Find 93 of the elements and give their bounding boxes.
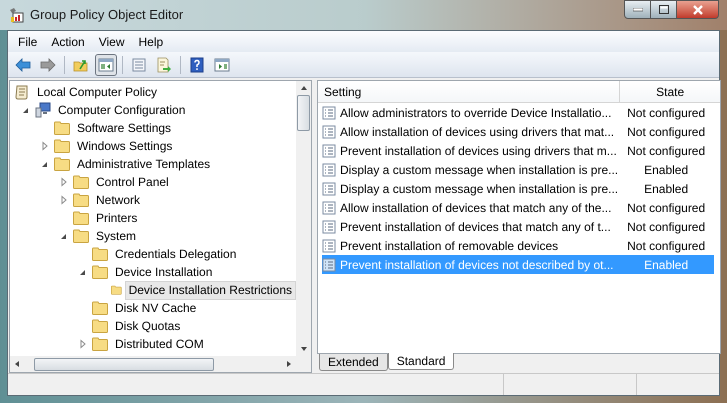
folder-icon: [92, 301, 108, 315]
policy-setting-icon: [322, 182, 336, 196]
export-list-icon: [156, 56, 172, 72]
back-arrow-icon: [15, 56, 31, 72]
minimize-button[interactable]: [624, 0, 651, 19]
setting-name: Allow installation of devices using drivers that mat...: [340, 124, 616, 140]
setting-name: Display a custom message when installation is pre...: [340, 180, 618, 198]
setting-row[interactable]: Display a custom message when installation is pre... Enabled: [322, 179, 714, 198]
view-tab[interactable]: Extended: [319, 354, 388, 371]
folder-icon: [92, 319, 108, 333]
folder-icon: [73, 211, 89, 225]
menu-item[interactable]: View: [92, 32, 130, 50]
policy-setting-icon: [322, 200, 336, 214]
tree-item[interactable]: Computer Configuration: [54, 100, 190, 120]
setting-row[interactable]: Prevent installation of devices using drivers that m... Not configured: [322, 141, 714, 160]
action-pane-icon: [214, 56, 230, 72]
folder-icon: [92, 247, 108, 261]
horizontal-scrollbar[interactable]: [10, 356, 311, 372]
view-tab[interactable]: Standard: [388, 353, 454, 370]
close-icon: [692, 4, 704, 14]
folder-icon: [54, 121, 70, 135]
policy-setting-icon: [322, 162, 336, 176]
folder-icon: [111, 283, 122, 297]
setting-row[interactable]: Allow installation of devices using drivers that mat... Not configured: [322, 122, 714, 141]
setting-state: Not configured: [626, 104, 706, 122]
folder-icon: [73, 175, 89, 189]
folder-icon: [73, 229, 89, 243]
tree-item[interactable]: Control Panel: [92, 172, 173, 192]
setting-row[interactable]: Display a custom message when installation is pre... Enabled: [322, 160, 714, 179]
folder-icon: [54, 157, 70, 171]
column-header[interactable]: State: [620, 81, 720, 102]
maximize-icon: [658, 5, 668, 14]
setting-name: Prevent installation of devices using drivers that m...: [340, 142, 618, 160]
tree-item[interactable]: Disk NV Cache: [111, 298, 200, 318]
setting-state: Enabled: [643, 256, 690, 274]
setting-name: Prevent installation of devices that match any of t...: [340, 218, 612, 236]
setting-row[interactable]: Allow administrators to override Device Installatio... Not configured: [322, 103, 714, 122]
scrollbar-thumb[interactable]: [34, 358, 214, 370]
setting-row[interactable]: Prevent installation of devices that match any of t... Not configured: [322, 217, 714, 236]
tree-item[interactable]: Software Settings: [73, 118, 176, 138]
menu-item[interactable]: File: [12, 32, 44, 50]
setting-state: Not configured: [626, 238, 706, 254]
forward-arrow-icon: [40, 56, 56, 72]
policy-setting-icon: [322, 238, 336, 252]
policy-setting-icon: [322, 124, 336, 138]
setting-row[interactable]: Allow installation of devices that match any of the... Not configured: [322, 198, 714, 217]
tree-item[interactable]: Device Installation Restrictions: [124, 280, 296, 300]
policy-setting-icon: [322, 258, 336, 272]
folder-icon: [92, 265, 108, 279]
setting-state: Enabled: [643, 162, 690, 178]
policy-setting-icon: [322, 220, 336, 234]
policy-setting-icon: [322, 144, 336, 158]
tree-item[interactable]: Credentials Delegation: [111, 244, 240, 264]
setting-name: Prevent installation of devices not described by ot...: [340, 256, 614, 274]
menu-item[interactable]: Action: [45, 32, 91, 50]
tree-item[interactable]: System: [92, 226, 140, 246]
folder-icon: [73, 193, 89, 207]
setting-state: Enabled: [643, 180, 690, 198]
scrollbar-thumb[interactable]: [297, 95, 310, 131]
app-icon: [8, 7, 24, 23]
menu-item[interactable]: Help: [132, 32, 170, 50]
setting-name: Prevent installation of removable devices: [340, 238, 560, 254]
scroll-icon: [14, 84, 30, 100]
close-button[interactable]: [677, 0, 719, 19]
tree-item[interactable]: Distributed COM: [111, 334, 208, 354]
tree-item[interactable]: Device Installation: [111, 262, 216, 282]
window-title: Group Policy Object Editor: [30, 6, 184, 24]
tree-item[interactable]: Network: [92, 190, 144, 210]
setting-state: Not configured: [626, 200, 706, 216]
setting-state: Not configured: [626, 124, 706, 140]
setting-row[interactable]: Prevent installation of removable devices Not configured: [322, 236, 714, 255]
column-header[interactable]: Setting: [318, 81, 620, 102]
maximize-button[interactable]: [651, 0, 677, 19]
policy-setting-icon: [322, 106, 336, 120]
setting-name: Allow installation of devices that match any of the...: [340, 200, 612, 216]
tree-item[interactable]: Printers: [92, 208, 142, 228]
tree-item[interactable]: Disk Quotas: [111, 316, 184, 336]
computer-icon: [35, 102, 51, 118]
toolbar-button[interactable]: [95, 54, 117, 76]
setting-state: Not configured: [626, 142, 706, 160]
folder-icon: [54, 139, 70, 153]
folder-icon: [92, 337, 108, 351]
setting-name: Display a custom message when installation is pre...: [340, 162, 618, 178]
tree-item[interactable]: Windows Settings: [73, 136, 176, 156]
tree-item[interactable]: Administrative Templates: [73, 154, 214, 174]
tree-pane-icon: [98, 56, 114, 72]
setting-name: Allow administrators to override Device Installatio...: [340, 104, 612, 122]
tree-item[interactable]: Local Computer Policy: [33, 82, 162, 102]
vertical-scrollbar[interactable]: [296, 81, 311, 356]
setting-state: Not configured: [626, 218, 706, 236]
help-icon: [189, 56, 205, 72]
minimize-icon: [632, 8, 642, 12]
properties-icon: [131, 56, 147, 72]
